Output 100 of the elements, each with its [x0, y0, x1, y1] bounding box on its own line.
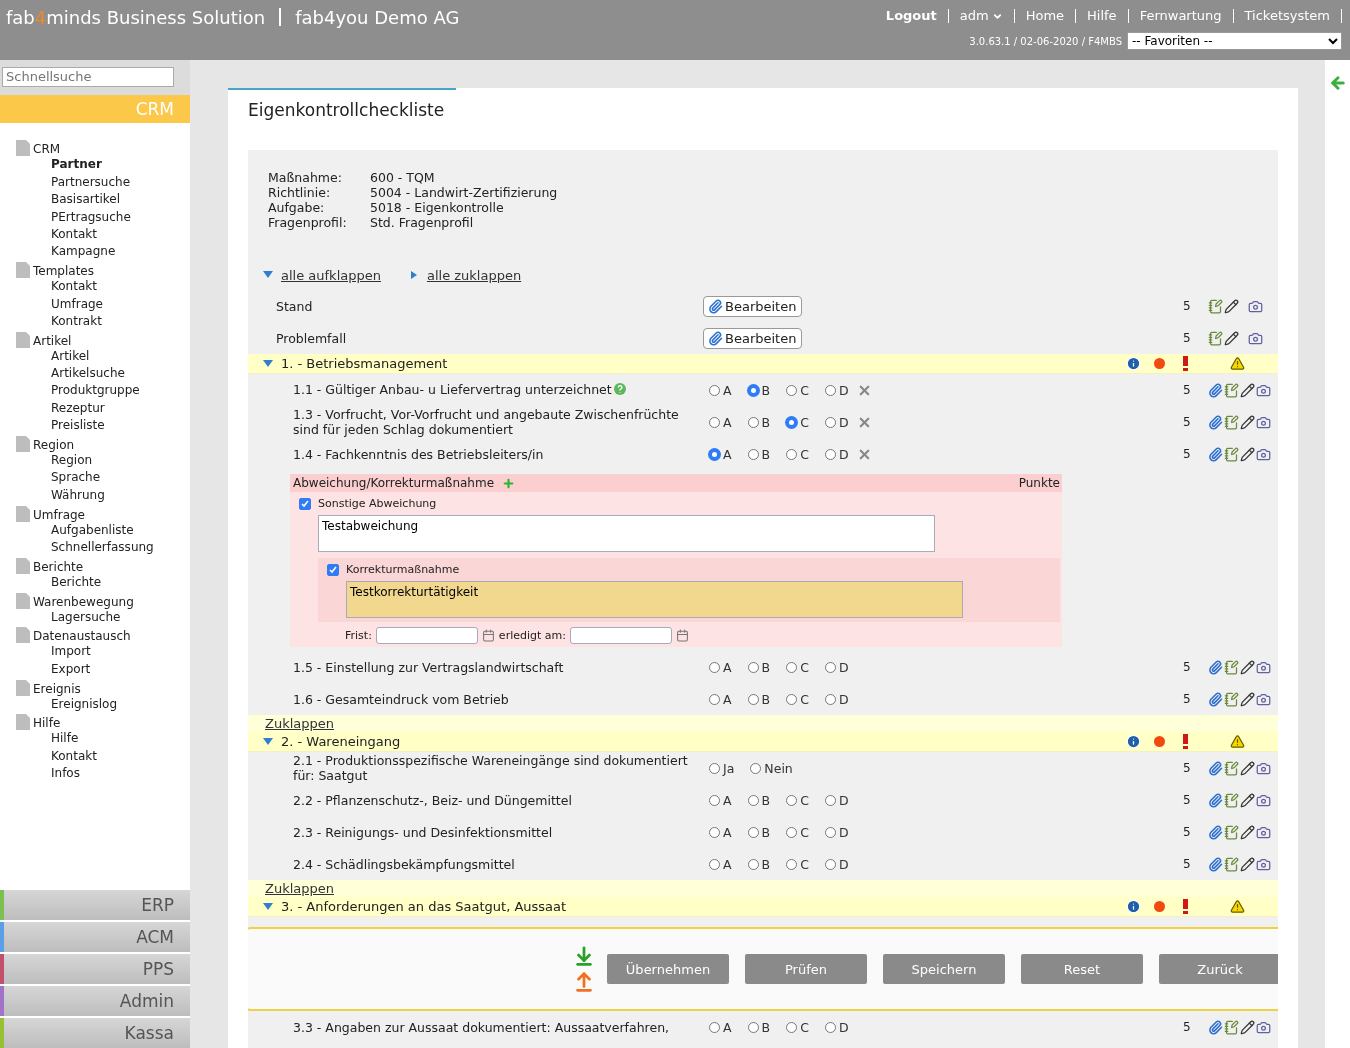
- tree-item[interactable]: Lagersuche: [51, 608, 121, 626]
- radio-button[interactable]: [824, 826, 836, 838]
- radio-button[interactable]: [824, 661, 836, 673]
- module-tab[interactable]: PPS: [0, 954, 190, 984]
- radio-button[interactable]: [709, 762, 720, 774]
- tree-group[interactable]: Ereignis: [33, 681, 81, 696]
- tree-item[interactable]: Rezeptur: [51, 399, 105, 418]
- calendar-icon[interactable]: [675, 629, 689, 642]
- radio-button[interactable]: [709, 384, 720, 396]
- collapse-all-link[interactable]: alle zuklappen: [426, 267, 522, 283]
- radio-button[interactable]: [750, 762, 762, 774]
- radio-button[interactable]: [824, 448, 836, 460]
- checkbox[interactable]: [299, 497, 311, 510]
- radio-button[interactable]: [786, 826, 798, 838]
- radio-button[interactable]: [747, 826, 759, 838]
- collapsed-triangle-icon[interactable]: [408, 271, 419, 279]
- camera-icon[interactable]: [1256, 659, 1271, 675]
- tree-item[interactable]: Ereignislog: [51, 695, 118, 713]
- pencil-icon[interactable]: [1240, 1019, 1255, 1035]
- edit-button[interactable]: Bearbeiten: [703, 295, 803, 317]
- paperclip-icon[interactable]: [1208, 856, 1223, 872]
- expanded-triangle-icon[interactable]: [263, 902, 273, 911]
- date-field[interactable]: [569, 627, 672, 644]
- radio-button[interactable]: [786, 448, 798, 460]
- calendar-icon[interactable]: [481, 629, 495, 642]
- paperclip-icon[interactable]: [1208, 446, 1223, 462]
- radio-button[interactable]: [709, 448, 720, 460]
- tree-item[interactable]: Kampagne: [51, 243, 116, 261]
- tree-item[interactable]: Kontakt: [51, 225, 97, 244]
- tree-item[interactable]: Preisliste: [51, 417, 105, 435]
- tree-item[interactable]: Export: [51, 660, 91, 679]
- module-tab[interactable]: ERP: [0, 890, 190, 920]
- radio-button[interactable]: [747, 794, 759, 806]
- expanded-triangle-icon[interactable]: [263, 271, 273, 279]
- paperclip-icon[interactable]: [1208, 382, 1223, 398]
- radio-button[interactable]: [786, 416, 798, 428]
- camera-icon[interactable]: [1256, 691, 1271, 707]
- tree-item[interactable]: Kontrakt: [51, 312, 102, 331]
- pencil-icon[interactable]: [1224, 298, 1239, 314]
- tree-item[interactable]: Basisartikel: [51, 191, 120, 209]
- radio-button[interactable]: [747, 416, 759, 428]
- camera-icon[interactable]: [1256, 1019, 1271, 1035]
- camera-icon[interactable]: [1256, 760, 1271, 776]
- tree-group[interactable]: Datenaustausch: [33, 629, 131, 644]
- help-icon[interactable]: [613, 383, 626, 395]
- paperclip-icon[interactable]: [1208, 414, 1223, 430]
- collapse-link[interactable]: Zuklappen: [265, 716, 334, 731]
- tree-item[interactable]: Berichte: [51, 573, 102, 592]
- paperclip-icon[interactable]: [1208, 792, 1223, 808]
- camera-icon[interactable]: [1256, 446, 1271, 462]
- date-field[interactable]: [375, 627, 478, 644]
- tree-item[interactable]: Kontakt: [51, 278, 97, 296]
- favorites-select[interactable]: -- Favoriten --: [1127, 32, 1342, 50]
- tree-group[interactable]: Region: [33, 438, 75, 453]
- radio-button[interactable]: [786, 1021, 798, 1033]
- quick-search-field[interactable]: Schnellsuche: [2, 66, 174, 87]
- paperclip-icon[interactable]: [1208, 824, 1223, 840]
- tree-item[interactable]: Hilfe: [51, 730, 79, 748]
- radio-button[interactable]: [786, 858, 798, 870]
- pencil-icon[interactable]: [1240, 824, 1255, 840]
- tree-item[interactable]: Kontakt: [51, 747, 97, 766]
- camera-icon[interactable]: [1256, 824, 1271, 840]
- pencil-icon[interactable]: [1240, 446, 1255, 462]
- tree-group[interactable]: Artikel: [33, 333, 72, 348]
- expanded-triangle-icon[interactable]: [263, 359, 273, 368]
- radio-button[interactable]: [824, 858, 836, 870]
- camera-icon[interactable]: [1256, 856, 1271, 872]
- tree-group[interactable]: Templates: [33, 264, 94, 279]
- radio-button[interactable]: [824, 416, 836, 428]
- tree-item[interactable]: Infos: [51, 765, 80, 783]
- radio-button[interactable]: [824, 693, 836, 705]
- tree-item[interactable]: Region: [51, 452, 93, 470]
- paperclip-icon[interactable]: [1208, 659, 1223, 675]
- radio-button[interactable]: [786, 794, 798, 806]
- pencil-icon[interactable]: [1240, 691, 1255, 707]
- module-tab[interactable]: ACM: [0, 922, 190, 952]
- tree-item[interactable]: Schnellerfassung: [51, 539, 154, 557]
- tree-item[interactable]: Partnersuche: [51, 173, 131, 192]
- tree-item[interactable]: PErtragsuche: [51, 208, 131, 226]
- radio-button[interactable]: [824, 1021, 836, 1033]
- module-tab[interactable]: Kassa: [0, 1018, 190, 1048]
- radio-button[interactable]: [709, 858, 720, 870]
- radio-button[interactable]: [747, 448, 759, 460]
- warning-icon[interactable]: [1230, 734, 1245, 749]
- section-header[interactable]: 3. - Anforderungen an das Saatgut, Aussaat: [248, 897, 1278, 917]
- tree-item[interactable]: Artikelsuche: [51, 365, 125, 383]
- radio-button[interactable]: [747, 858, 759, 870]
- radio-button[interactable]: [747, 693, 759, 705]
- download-icon[interactable]: [573, 945, 595, 967]
- pencil-icon[interactable]: [1240, 659, 1255, 675]
- radio-button[interactable]: [747, 1021, 759, 1033]
- tree-item[interactable]: Aufgabenliste: [51, 521, 134, 539]
- camera-icon[interactable]: [1256, 792, 1271, 808]
- info-icon[interactable]: [1125, 356, 1141, 371]
- deviation-textarea[interactable]: Testabweichung: [318, 515, 935, 552]
- tree-group[interactable]: Warenbewegung: [33, 594, 134, 609]
- radio-button[interactable]: [824, 384, 836, 396]
- radio-button[interactable]: [709, 693, 720, 705]
- tree-group[interactable]: Berichte: [33, 559, 84, 574]
- section-header[interactable]: 2. - Wareneingang: [248, 732, 1278, 752]
